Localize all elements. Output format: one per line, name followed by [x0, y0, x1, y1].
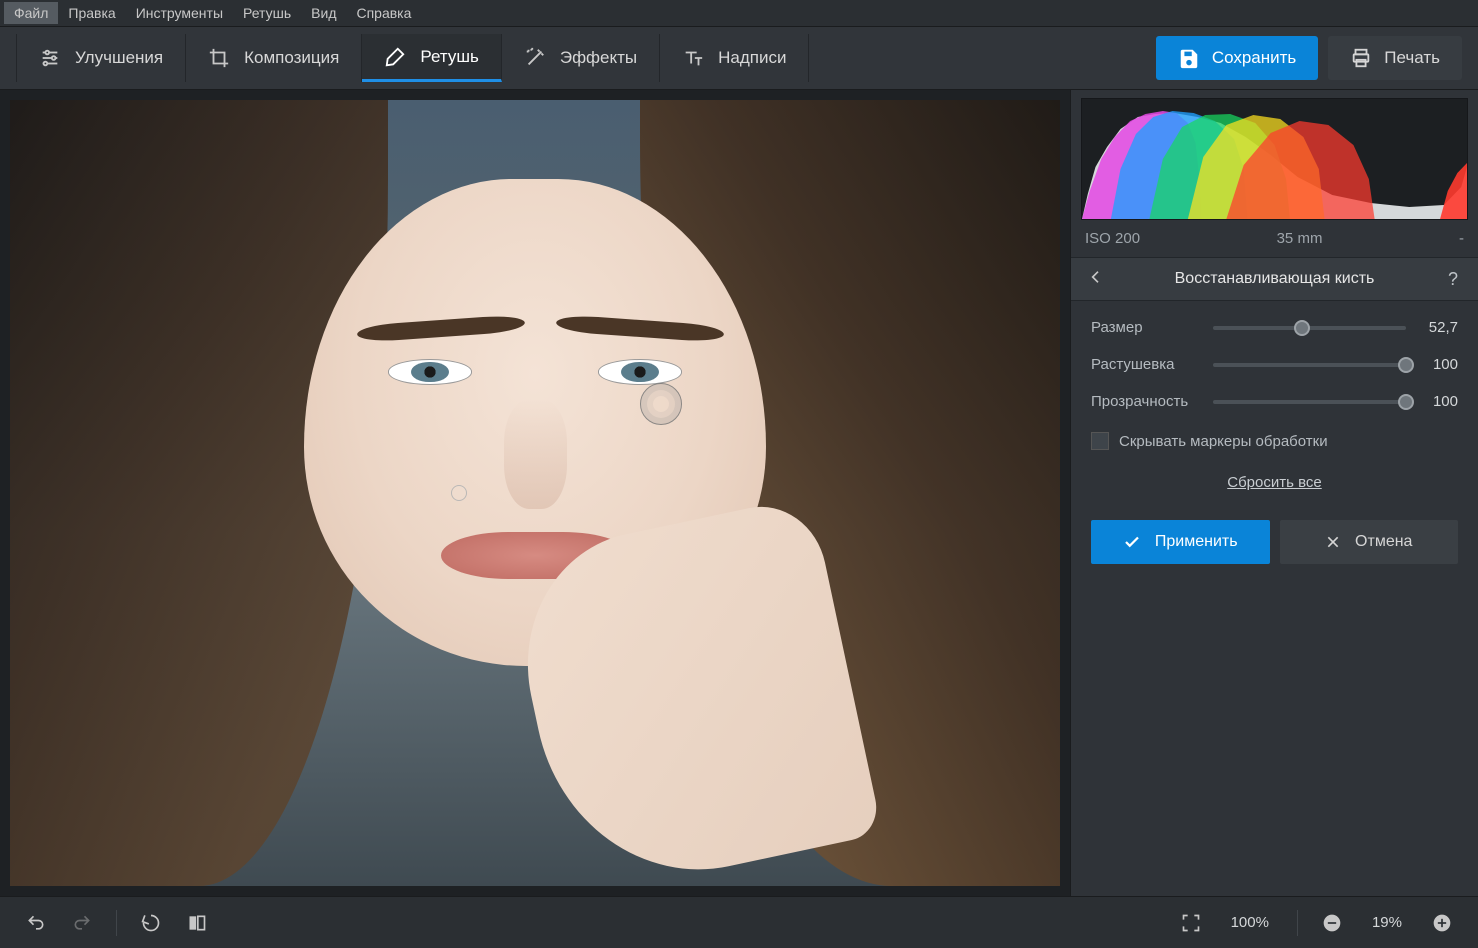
- crop-icon: [208, 47, 230, 69]
- menu-view[interactable]: Вид: [301, 2, 346, 24]
- close-icon: [1325, 534, 1341, 550]
- zoom-out-button[interactable]: [1314, 905, 1350, 941]
- hide-markers-label: Скрывать маркеры обработки: [1119, 433, 1328, 450]
- tool-title: Восстанавливающая кисть: [1107, 270, 1442, 288]
- rotate-icon: [141, 913, 161, 933]
- text-icon: [682, 47, 704, 69]
- meta-focal: 35 mm: [1277, 230, 1323, 247]
- meta-extra: -: [1459, 230, 1464, 247]
- hide-markers-row: Скрывать маркеры обработки: [1091, 432, 1458, 450]
- compare-button[interactable]: [179, 905, 215, 941]
- tab-effects-label: Эффекты: [560, 48, 637, 68]
- tab-composition-label: Композиция: [244, 48, 339, 68]
- side-panel: ISO 200 35 mm - Восстанавливающая кисть …: [1070, 90, 1478, 896]
- meta-iso: ISO 200: [1085, 230, 1140, 247]
- brush-icon: [384, 46, 406, 68]
- plus-circle-icon: [1432, 913, 1452, 933]
- scale-label[interactable]: 100%: [1219, 914, 1281, 931]
- tab-captions-label: Надписи: [718, 48, 786, 68]
- zoom-in-button[interactable]: [1424, 905, 1460, 941]
- fit-icon: [1181, 913, 1201, 933]
- brush-cursor: [640, 383, 682, 425]
- print-button[interactable]: Печать: [1328, 36, 1462, 80]
- slider-opacity-value: 100: [1416, 393, 1458, 410]
- slider-feather-row: Растушевка 100: [1091, 356, 1458, 373]
- menu-retouch[interactable]: Ретушь: [233, 2, 301, 24]
- tab-captions[interactable]: Надписи: [660, 34, 809, 82]
- apply-label: Применить: [1155, 533, 1238, 551]
- cancel-label: Отмена: [1355, 533, 1412, 551]
- slider-opacity-label: Прозрачность: [1091, 393, 1203, 410]
- menubar: Файл Правка Инструменты Ретушь Вид Справ…: [0, 0, 1478, 26]
- undo-button[interactable]: [18, 905, 54, 941]
- slider-size-row: Размер 52,7: [1091, 319, 1458, 336]
- photo-preview: [10, 100, 1060, 886]
- undo-icon: [26, 913, 46, 933]
- photo-metadata: ISO 200 35 mm -: [1071, 224, 1478, 257]
- redo-button[interactable]: [64, 905, 100, 941]
- slider-opacity[interactable]: [1213, 400, 1406, 404]
- slider-size-label: Размер: [1091, 319, 1203, 336]
- help-button[interactable]: ?: [1442, 269, 1464, 290]
- slider-feather[interactable]: [1213, 363, 1406, 367]
- cancel-button[interactable]: Отмена: [1280, 520, 1459, 564]
- print-icon: [1350, 47, 1372, 69]
- tab-effects[interactable]: Эффекты: [502, 34, 660, 82]
- tool-panel-header: Восстанавливающая кисть ?: [1071, 257, 1478, 301]
- redo-icon: [72, 913, 92, 933]
- rotate-button[interactable]: [133, 905, 169, 941]
- print-label: Печать: [1384, 48, 1440, 68]
- tab-composition[interactable]: Композиция: [186, 34, 362, 82]
- slider-size-value: 52,7: [1416, 319, 1458, 336]
- save-label: Сохранить: [1212, 48, 1296, 68]
- menu-file[interactable]: Файл: [4, 2, 58, 24]
- menu-tools[interactable]: Инструменты: [126, 2, 233, 24]
- fit-screen-button[interactable]: [1173, 905, 1209, 941]
- reset-all-link[interactable]: Сбросить все: [1227, 474, 1321, 491]
- menu-help[interactable]: Справка: [346, 2, 421, 24]
- histogram[interactable]: [1081, 98, 1468, 220]
- statusbar: 100% 19%: [0, 896, 1478, 948]
- save-button[interactable]: Сохранить: [1156, 36, 1318, 80]
- wand-icon: [524, 47, 546, 69]
- heal-marker[interactable]: [451, 485, 467, 501]
- slider-feather-value: 100: [1416, 356, 1458, 373]
- menu-edit[interactable]: Правка: [58, 2, 125, 24]
- check-icon: [1123, 533, 1141, 551]
- sliders-icon: [39, 47, 61, 69]
- save-icon: [1178, 47, 1200, 69]
- back-button[interactable]: [1085, 269, 1107, 290]
- canvas-area[interactable]: [0, 90, 1070, 896]
- tab-retouch-label: Ретушь: [420, 47, 478, 67]
- tab-enhance-label: Улучшения: [75, 48, 163, 68]
- compare-icon: [187, 913, 207, 933]
- slider-feather-label: Растушевка: [1091, 356, 1203, 373]
- tab-retouch[interactable]: Ретушь: [362, 34, 501, 82]
- slider-size[interactable]: [1213, 326, 1406, 330]
- slider-opacity-row: Прозрачность 100: [1091, 393, 1458, 410]
- chevron-left-icon: [1088, 269, 1104, 285]
- apply-button[interactable]: Применить: [1091, 520, 1270, 564]
- zoom-label[interactable]: 19%: [1360, 914, 1414, 931]
- main-toolbar: Улучшения Композиция Ретушь Эффекты Надп…: [0, 26, 1478, 90]
- minus-circle-icon: [1322, 913, 1342, 933]
- tab-enhance[interactable]: Улучшения: [16, 34, 186, 82]
- hide-markers-checkbox[interactable]: [1091, 432, 1109, 450]
